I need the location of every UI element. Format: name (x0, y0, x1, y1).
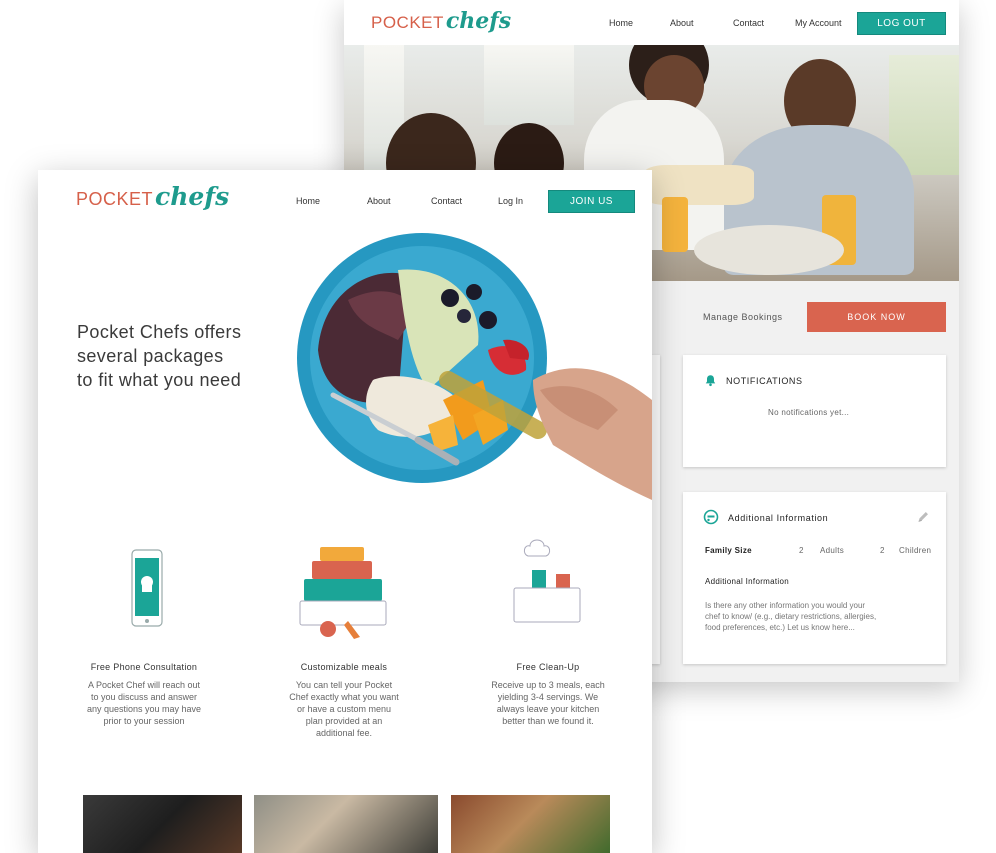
pocket-chefs-logo[interactable]: POCKET chefs (76, 182, 229, 211)
food-photo-3 (451, 795, 610, 853)
logo-script: chefs (445, 8, 512, 34)
notifications-empty-text: No notifications yet... (768, 408, 850, 417)
family-size-label: Family Size (705, 546, 752, 555)
additional-info-card: Additional Information Family Size 2 Adu… (683, 492, 946, 664)
adults-count[interactable]: 2 (799, 546, 804, 555)
clean-up-icon (513, 539, 581, 623)
phone-consultation-icon (131, 549, 163, 627)
feature-description: You can tell your Pocket Chef exactly wh… (289, 680, 399, 738)
top-nav: POCKET chefs Home About Contact My Accou… (344, 0, 959, 45)
food-photo-1 (83, 795, 242, 853)
placeholder-line: Is there any other information you would… (705, 601, 866, 610)
tagline-line: Pocket Chefs offers (77, 322, 242, 342)
nav-contact[interactable]: Contact (733, 18, 764, 28)
tagline-line: to fit what you need (77, 370, 242, 390)
feature-title: Customizable meals (300, 662, 388, 672)
pocket-chefs-logo[interactable]: POCKET chefs (371, 8, 511, 34)
feature-title: Free Phone Consultation (90, 662, 198, 672)
additional-info-section-label: Additional Information (705, 577, 789, 586)
hero-tagline: Pocket Chefs offers several packages to … (77, 320, 241, 392)
bell-icon (704, 374, 717, 392)
nav-about[interactable]: About (670, 18, 694, 28)
tagline-line: several packages (77, 346, 224, 366)
nav-home[interactable]: Home (296, 196, 320, 206)
children-count[interactable]: 2 (880, 546, 885, 555)
nav-log-in[interactable]: Log In (498, 196, 523, 206)
pencil-edit-icon[interactable] (916, 510, 930, 529)
salad-plate-image (297, 233, 652, 500)
feature-description: A Pocket Chef will reach out to you disc… (86, 680, 202, 726)
placeholder-line: chef to know/ (e.g., dietary restriction… (705, 612, 877, 621)
feature-description: Receive up to 3 meals, each yielding 3-4… (491, 680, 605, 726)
notifications-title: NOTIFICATIONS (726, 376, 803, 386)
log-out-button[interactable]: LOG OUT (857, 12, 946, 35)
logo-text: POCKET (371, 13, 444, 32)
notifications-card: NOTIFICATIONS No notifications yet... (683, 355, 946, 467)
nav-contact[interactable]: Contact (431, 196, 462, 206)
nav-my-account[interactable]: My Account (795, 18, 842, 28)
feature-title: Free Clean-Up (516, 662, 580, 672)
food-photo-2 (254, 795, 438, 853)
additional-info-textarea[interactable]: Is there any other information you would… (705, 600, 935, 633)
book-now-button[interactable]: BOOK NOW (807, 302, 946, 332)
logo-script: chefs (155, 182, 230, 211)
additional-info-title: Additional Information (728, 513, 829, 523)
join-us-button[interactable]: JOIN US (548, 190, 635, 213)
placeholder-line: food preferences, etc.) Let us know here… (705, 623, 855, 632)
nav-about[interactable]: About (367, 196, 391, 206)
children-label: Children (899, 546, 932, 555)
landing-page-window: POCKET chefs Home About Contact Log In J… (38, 170, 652, 853)
adults-label: Adults (820, 546, 845, 555)
manage-bookings-link[interactable]: Manage Bookings (703, 312, 783, 322)
logo-text: POCKET (76, 189, 154, 209)
nav-home[interactable]: Home (609, 18, 633, 28)
info-chef-icon (703, 509, 719, 530)
meal-containers-icon (299, 547, 387, 639)
